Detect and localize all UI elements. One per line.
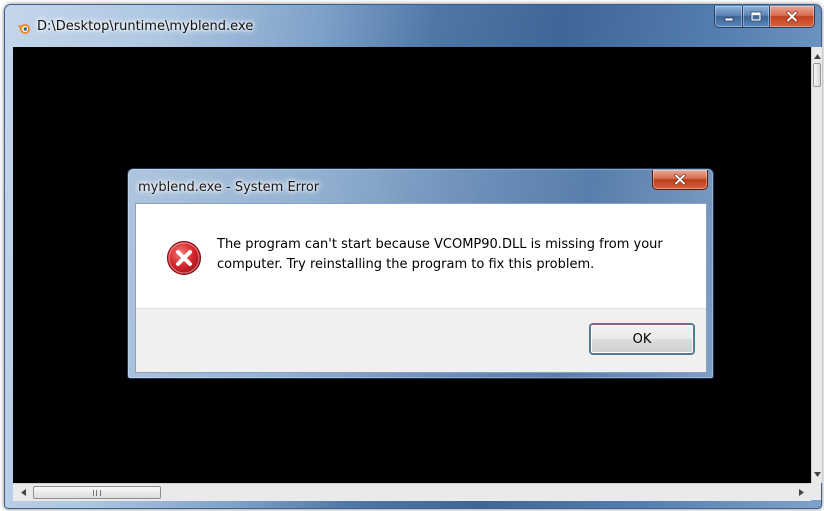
minimize-icon [724,17,733,21]
system-error-dialog: myblend.exe - System Error The program c… [127,168,714,379]
scroll-up-arrow-icon[interactable] [812,49,822,63]
dialog-body: The program can't start because VCOMP90.… [135,203,707,373]
scroll-grip-icon [93,489,101,496]
dialog-title: myblend.exe - System Error [138,180,320,195]
dialog-close-button[interactable] [652,170,708,190]
close-icon [786,11,798,22]
size-grip[interactable] [811,483,821,500]
scroll-down-arrow-icon[interactable] [812,467,822,481]
error-icon [166,240,202,276]
close-button[interactable] [770,6,815,28]
minimize-button[interactable] [714,6,743,28]
maximize-icon [750,11,762,22]
vertical-scroll-thumb[interactable] [813,63,821,87]
horizontal-scroll-thumb[interactable] [33,486,161,499]
dialog-footer: OK [136,308,706,372]
maximize-button[interactable] [743,6,770,28]
horizontal-scrollbar[interactable] [13,483,811,501]
scroll-right-arrow-icon[interactable] [793,484,809,501]
vertical-scrollbar[interactable] [811,47,822,483]
scroll-left-arrow-icon[interactable] [15,484,31,501]
window-title: D:\Desktop\runtime\myblend.exe [37,19,254,34]
close-icon [674,174,686,185]
console-titlebar[interactable]: D:\Desktop\runtime\myblend.exe [5,5,821,47]
ok-button[interactable]: OK [590,324,694,354]
error-message: The program can't start because VCOMP90.… [217,237,663,272]
blender-icon [17,20,31,34]
caption-buttons [714,6,815,28]
